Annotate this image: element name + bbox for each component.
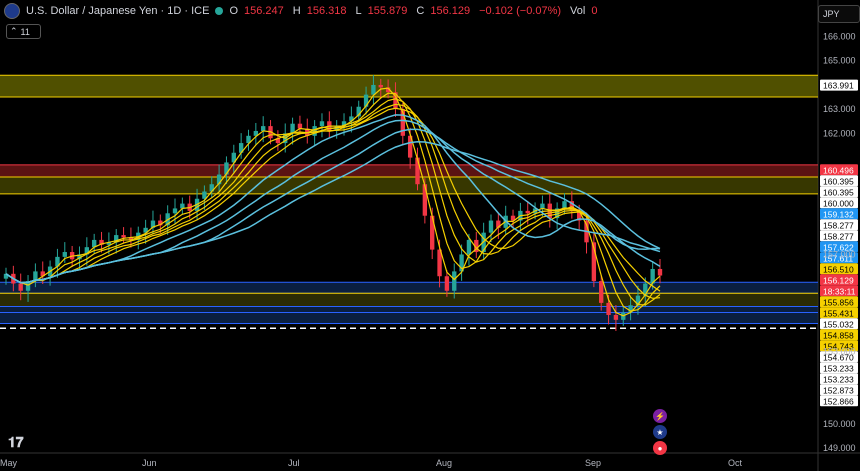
change-value: −0.102 (−0.07%) <box>479 5 562 17</box>
candle-body-16 <box>121 235 126 238</box>
zone-band-5 <box>0 306 818 313</box>
candle-body-73 <box>540 203 545 209</box>
y-tick-label-6: 150.000 <box>823 419 856 429</box>
price-tag-label-5: 159.132 <box>823 209 854 219</box>
candle-body-82 <box>606 302 611 315</box>
candle-body-76 <box>562 201 567 209</box>
x-tick-label-5: Oct <box>728 458 743 468</box>
currency-label: JPY <box>823 9 840 19</box>
ma-yellow-3 <box>5 87 661 317</box>
candle-body-43 <box>319 121 325 127</box>
candle-body-8 <box>62 252 67 257</box>
price-tag-label-15: 155.032 <box>823 319 854 329</box>
y-tick-label-0: 166.000 <box>823 32 856 42</box>
close-label: C <box>416 5 425 17</box>
zone-band-4 <box>0 293 818 307</box>
price-tag-label-19: 153.233 <box>823 363 854 373</box>
y-tick-label-7: 149.000 <box>823 443 856 453</box>
candle-body-35 <box>261 126 266 131</box>
chart-header: U.S. Dollar / Japanese Yen · 1D · ICE O1… <box>0 0 600 22</box>
y-tick-label-4: 157.000 <box>823 249 856 259</box>
high-label: H <box>292 5 301 17</box>
candle-body-61 <box>452 271 457 291</box>
zone-band-1 <box>0 164 818 177</box>
candle-body-51 <box>378 84 383 88</box>
chevron-up-icon: ⌃ <box>10 26 18 36</box>
x-tick-label-2: Jul <box>288 458 300 468</box>
volume-label: Vol <box>570 5 586 17</box>
tradingview-logo-icon[interactable]: 𝟏𝟕 <box>8 434 24 451</box>
volume-value: 0 <box>591 5 598 17</box>
zone-band-3 <box>0 282 818 294</box>
close-value: 156.129 <box>430 5 471 17</box>
zone-band-2 <box>0 176 818 194</box>
x-tick-label-1: Jun <box>142 458 157 468</box>
price-tag-label-21: 152.873 <box>823 385 854 395</box>
candle-body-57 <box>422 184 428 216</box>
candle-body-83 <box>613 314 619 320</box>
x-tick-label-4: Sep <box>585 458 601 468</box>
high-value: 156.318 <box>306 5 347 17</box>
candle-body-2 <box>18 283 23 291</box>
flash-event-icon[interactable]: ⚡ <box>653 409 667 423</box>
open-value: 156.247 <box>244 5 284 17</box>
market-status-icon <box>215 7 224 15</box>
x-tick-label-0: May <box>0 458 18 468</box>
ma-yellow-9 <box>5 103 661 299</box>
price-chart[interactable]: 163.991160.496160.395160.395160.000159.1… <box>0 0 860 471</box>
price-tag-label-16: 154.858 <box>823 330 854 340</box>
price-tag-label-6: 158.277 <box>823 220 854 230</box>
price-tag-label-2: 160.395 <box>823 176 854 186</box>
price-tag-label-11: 156.129 <box>823 275 854 285</box>
x-tick-label-3: Aug <box>436 458 452 468</box>
candle-body-81 <box>599 281 604 303</box>
candle-body-60 <box>444 276 450 291</box>
y-tick-label-3: 162.000 <box>823 128 856 138</box>
zone-band-6 <box>0 312 818 324</box>
candle-body-40 <box>297 123 303 129</box>
candle-body-71 <box>525 210 530 214</box>
price-tag-label-22: 152.866 <box>823 396 854 406</box>
symbol-title[interactable]: U.S. Dollar / Japanese Yen · 1D · ICE <box>26 5 209 17</box>
currency-selector[interactable]: JPY <box>818 5 860 23</box>
price-tag-label-7: 158.277 <box>823 231 854 241</box>
y-tick-label-2: 163.000 <box>823 104 856 114</box>
price-tag-label-10: 156.510 <box>823 264 854 274</box>
price-tag-label-13: 155.856 <box>823 297 854 307</box>
candle-body-56 <box>415 157 420 185</box>
indicator-count: 11 <box>20 26 30 37</box>
open-label: O <box>229 5 238 17</box>
price-tag-label-14: 155.431 <box>823 308 854 318</box>
red-event-icon[interactable]: ● <box>653 441 667 455</box>
y-tick-label-5: 153.000 <box>823 346 856 356</box>
candle-body-66 <box>488 220 494 233</box>
us-flag-event-icon[interactable]: ★ <box>653 425 667 439</box>
candle-body-63 <box>466 239 472 255</box>
ma-yellow-7 <box>5 98 661 306</box>
y-tick-label-1: 165.000 <box>823 56 856 66</box>
price-tag-label-0: 163.991 <box>823 81 854 91</box>
low-value: 155.879 <box>367 5 408 17</box>
zone-band-0 <box>0 75 818 98</box>
price-tag-label-4: 160.000 <box>823 198 854 208</box>
candle-body-23 <box>172 208 178 214</box>
price-tag-label-20: 153.233 <box>823 374 854 384</box>
price-tag-label-1: 160.496 <box>823 165 854 175</box>
price-tag-label-3: 160.395 <box>823 187 854 197</box>
candle-body-50 <box>371 84 376 95</box>
candle-body-89 <box>657 268 663 276</box>
price-tag-label-12: 18:33:11 <box>823 286 856 296</box>
indicators-toggle-button[interactable]: ⌃ 11 <box>6 24 41 39</box>
low-label: L <box>355 5 362 17</box>
currency-pair-flag-icon <box>4 3 20 19</box>
